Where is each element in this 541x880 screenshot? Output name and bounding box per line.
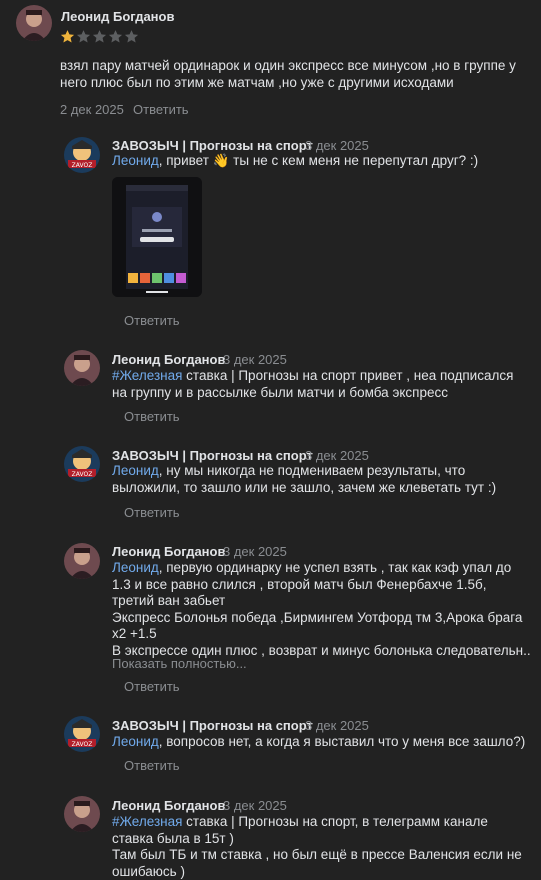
comment-text: #Железная ставка | Прогнозы на спорт, в …	[112, 814, 530, 880]
show-more-link[interactable]: Показать полностью...	[112, 656, 247, 671]
comment-author[interactable]: Леонид Богданов	[112, 544, 225, 559]
comment-author[interactable]: ЗАВОЗЫЧ | Прогнозы на спорт	[112, 138, 313, 153]
mention-link[interactable]: Леонид	[112, 560, 159, 575]
comment-date[interactable]: 3 дек 2025	[223, 544, 287, 559]
mention-link[interactable]: Леонид	[112, 734, 159, 749]
avatar[interactable]: ZAVOZ	[64, 446, 100, 482]
avatar[interactable]	[16, 5, 52, 41]
avatar[interactable]: ZAVOZ	[64, 137, 100, 173]
reply-button[interactable]: Ответить	[124, 758, 180, 773]
comment-paragraph: #Железная ставка | Прогнозы на спорт, в …	[112, 814, 488, 846]
rating-stars	[60, 29, 140, 45]
hashtag-link[interactable]: #Железная	[112, 368, 182, 383]
comment-author[interactable]: ЗАВОЗЫЧ | Прогнозы на спорт	[112, 718, 313, 733]
comment-author[interactable]: ЗАВОЗЫЧ | Прогнозы на спорт	[112, 448, 313, 463]
avatar[interactable]	[64, 543, 100, 579]
comment-text: #Железная ставка | Прогнозы на спорт при…	[112, 368, 514, 400]
star-icon	[92, 30, 107, 43]
zavozych-avatar-icon: ZAVOZ	[64, 446, 100, 482]
reply-button[interactable]: Ответить	[124, 679, 180, 694]
avatar[interactable]	[64, 796, 100, 832]
svg-text:ZAVOZ: ZAVOZ	[72, 741, 93, 748]
reply-button[interactable]: Ответить	[133, 102, 189, 117]
zavozych-avatar-icon: ZAVOZ	[64, 716, 100, 752]
star-icon	[108, 30, 123, 43]
star-icon	[124, 30, 139, 43]
comment-paragraph: Экспресс Болонья победа ,Бирмингем Уотфо…	[112, 609, 523, 642]
reply-button[interactable]: Ответить	[124, 505, 180, 520]
comment-author[interactable]: Леонид Богданов	[112, 352, 225, 367]
comment-author[interactable]: Леонид Богданов	[112, 798, 225, 813]
comment-paragraph: Леонид, первую ординарку не успел взять …	[112, 560, 512, 608]
mention-link[interactable]: Леонид	[112, 153, 159, 168]
star-icon	[60, 30, 75, 43]
mention-link[interactable]: Леонид	[112, 463, 159, 478]
comment-text: взял пару матчей ординарок и один экспре…	[60, 58, 516, 90]
comment-date[interactable]: 3 дек 2025	[305, 448, 369, 463]
comment-paragraph: Там был ТБ и тм ставка , но был ещё в пр…	[112, 847, 522, 879]
comment-date[interactable]: 3 дек 2025	[223, 352, 287, 367]
zavozych-avatar-icon: ZAVOZ	[64, 137, 100, 173]
comment-text: Леонид, первую ординарку не успел взять …	[112, 560, 530, 659]
reply-button[interactable]: Ответить	[124, 313, 180, 328]
comment-author[interactable]: Леонид Богданов	[61, 9, 174, 24]
avatar[interactable]	[64, 350, 100, 386]
comment-date[interactable]: 3 дек 2025	[305, 718, 369, 733]
attached-screenshot[interactable]	[112, 177, 202, 297]
avatar[interactable]: ZAVOZ	[64, 716, 100, 752]
reply-button[interactable]: Ответить	[124, 409, 180, 424]
comment-text: Леонид, привет 👋 ты не с кем меня не пер…	[112, 153, 479, 168]
comment-date[interactable]: 3 дек 2025	[305, 138, 369, 153]
svg-text:ZAVOZ: ZAVOZ	[72, 471, 93, 478]
comment-text: Леонид, ну мы никогда не подмениваем рез…	[112, 463, 497, 495]
svg-text:ZAVOZ: ZAVOZ	[72, 162, 93, 169]
comment-text: Леонид, вопросов нет, а когда я выставил…	[112, 734, 526, 749]
comment-date[interactable]: 2 дек 2025	[60, 102, 124, 117]
hashtag-link[interactable]: #Железная	[112, 814, 182, 829]
phone-screenshot-image	[112, 177, 202, 297]
comment-date[interactable]: 3 дек 2025	[223, 798, 287, 813]
star-icon	[76, 30, 91, 43]
